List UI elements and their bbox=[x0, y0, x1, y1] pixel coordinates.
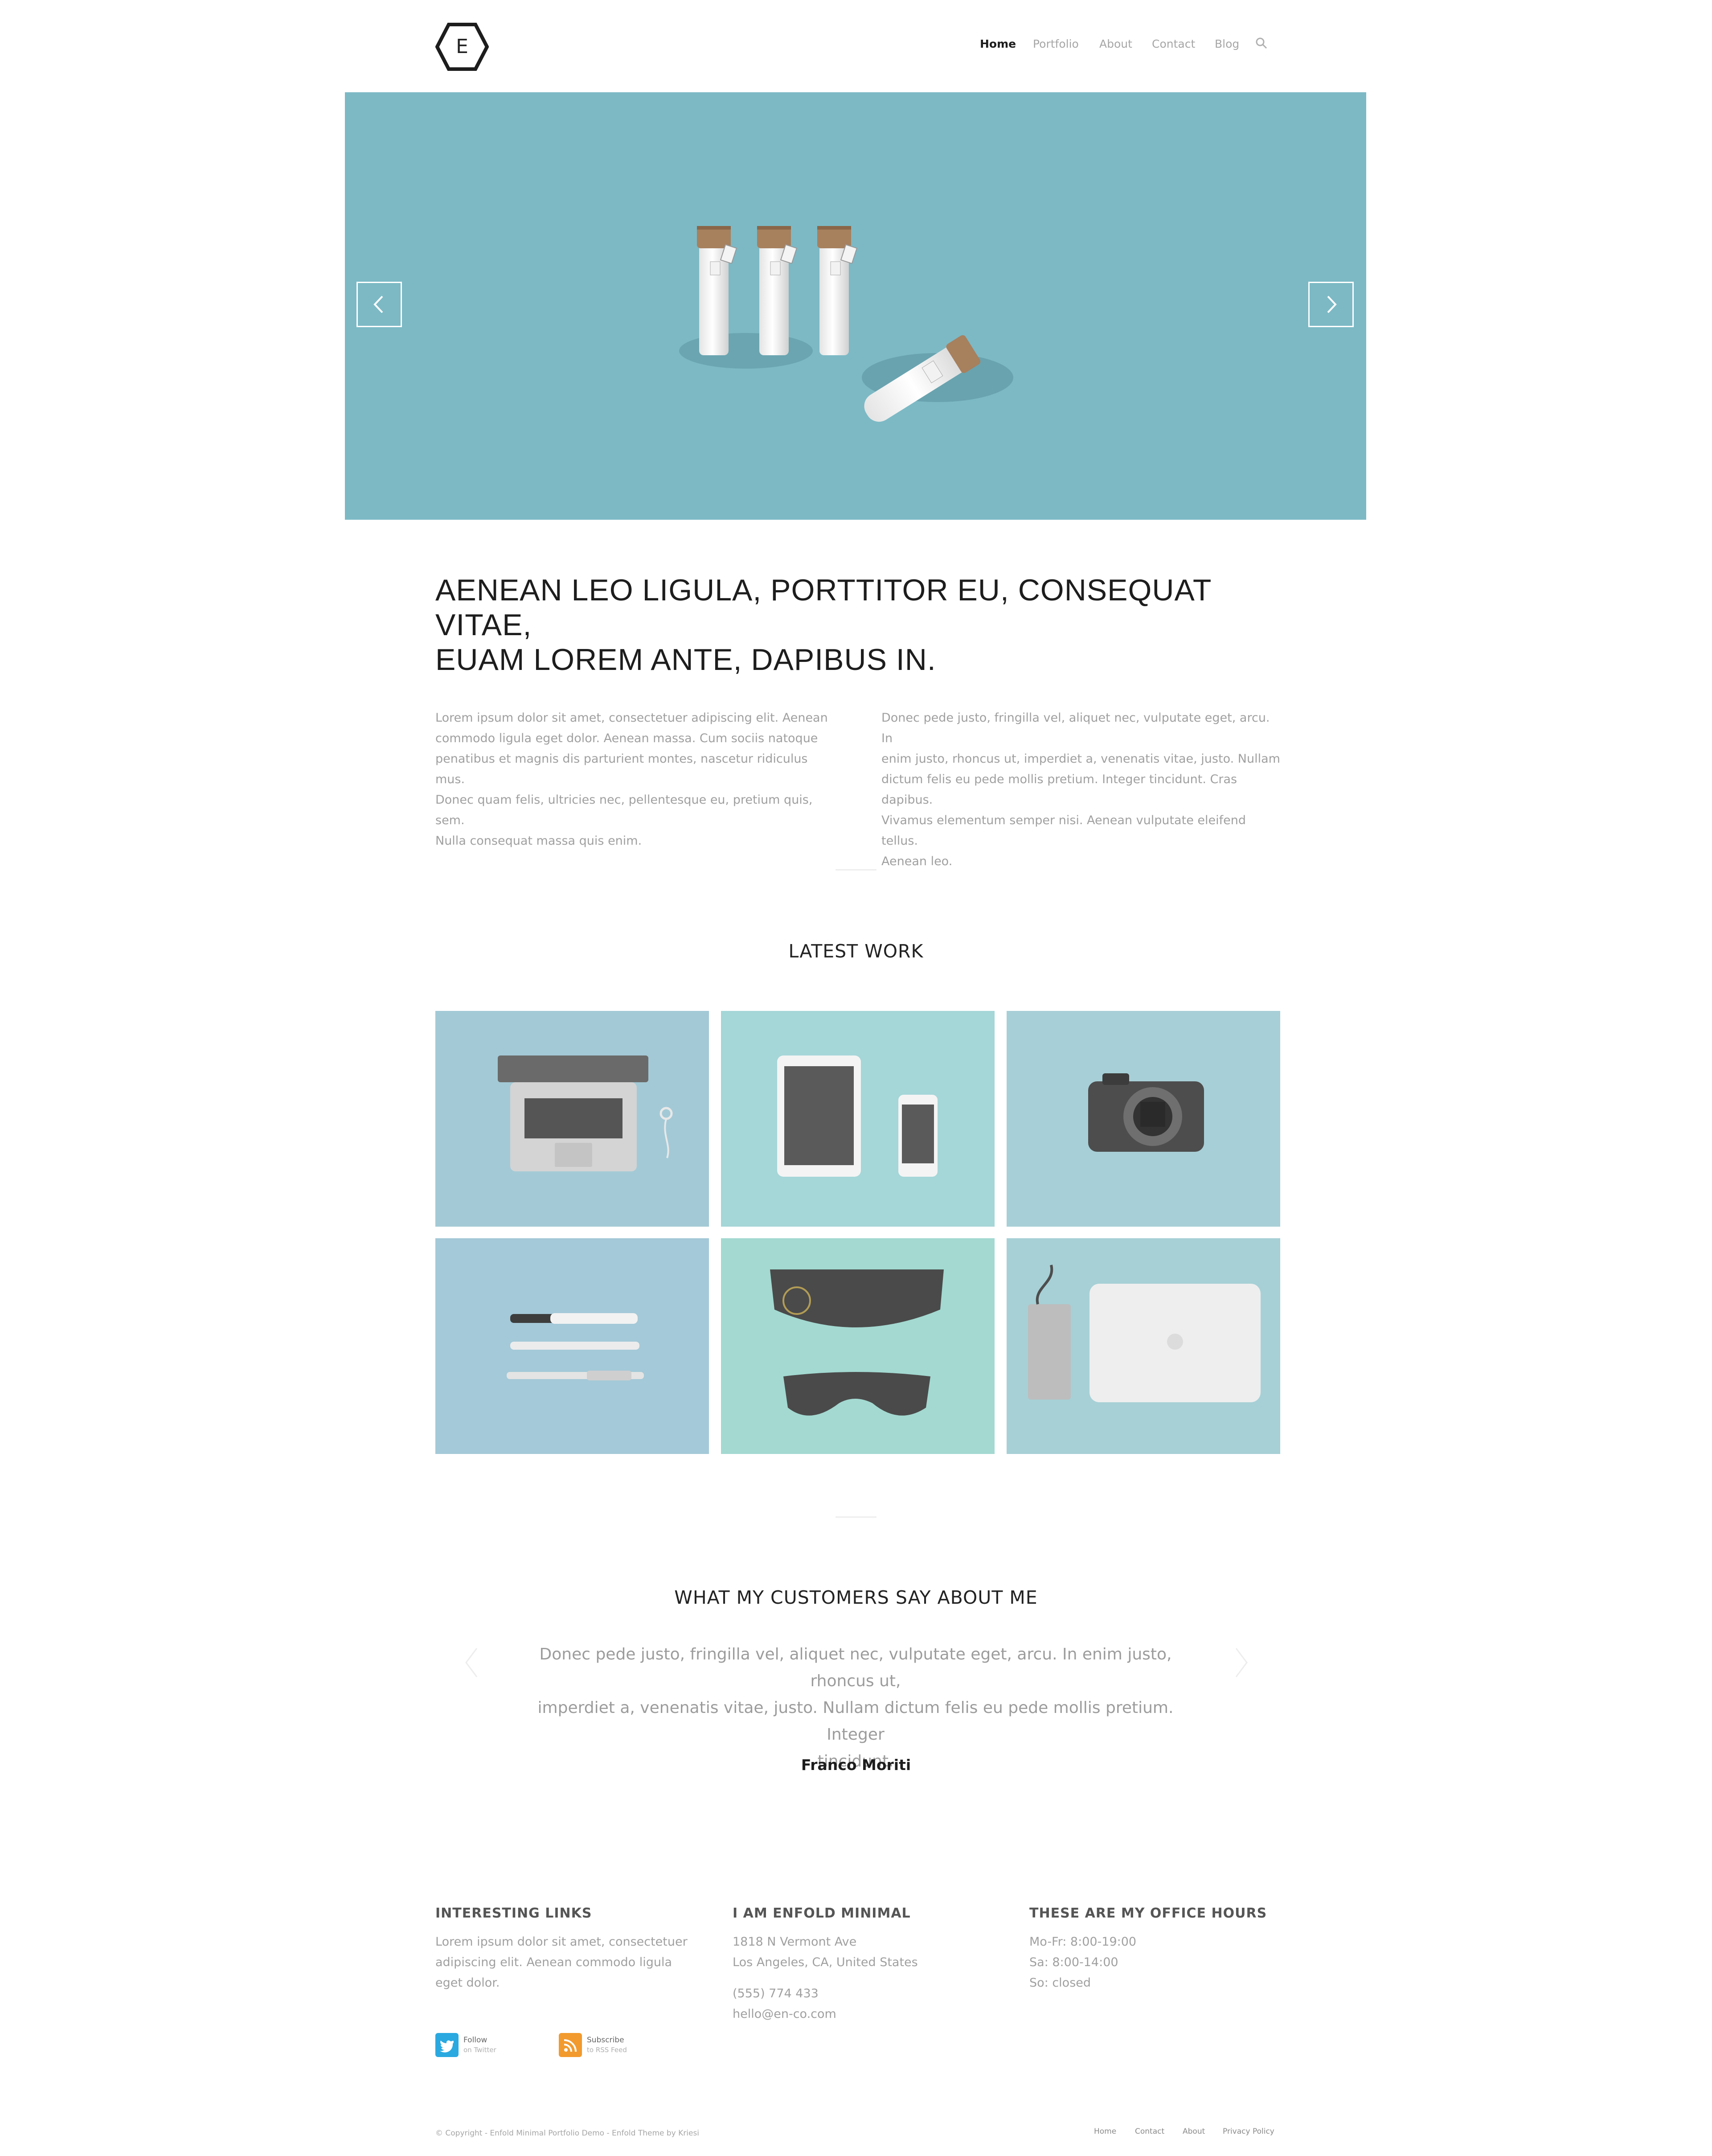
portfolio-item-sunglasses[interactable] bbox=[721, 1238, 995, 1454]
hours-line: So: closed bbox=[1029, 1976, 1091, 1990]
portfolio-item-macbook-drive[interactable] bbox=[1007, 1238, 1280, 1454]
sunglasses-icon bbox=[770, 1269, 944, 1416]
slider-next-button[interactable] bbox=[1308, 282, 1354, 327]
footer-about-title: I AM ENFOLD MINIMAL bbox=[733, 1905, 911, 1921]
intro-text-line: dictum felis eu pede mollis pretium. Int… bbox=[881, 772, 1237, 807]
footer-nav-home[interactable]: Home bbox=[1094, 2127, 1116, 2136]
intro-text-line: Nulla consequat massa quis enim. bbox=[435, 834, 642, 848]
intro-text-line: Vivamus elementum semper nisi. Aenean vu… bbox=[881, 813, 1246, 848]
chevron-right-icon bbox=[1235, 1648, 1248, 1677]
hero-slider bbox=[345, 92, 1366, 520]
footer-links-text: Lorem ipsum dolor sit amet, consectetuer… bbox=[435, 1932, 703, 1993]
testimonial-prev-button[interactable] bbox=[463, 1645, 480, 1680]
address-line: Los Angeles, CA, United States bbox=[733, 1955, 918, 1969]
testimonial-quote: Donec pede justo, fringilla vel, aliquet… bbox=[512, 1641, 1199, 1775]
portfolio-item-laptop[interactable] bbox=[435, 1011, 709, 1227]
logo-letter: E bbox=[456, 35, 468, 58]
nav-home[interactable]: Home bbox=[980, 37, 1016, 50]
footer-text-line: eget dolor. bbox=[435, 1976, 500, 1990]
nav-about[interactable]: About bbox=[1099, 37, 1132, 50]
hours-line: Sa: 8:00-14:00 bbox=[1029, 1955, 1118, 1969]
footer-text-line: adipiscing elit. Aenean commodo ligula bbox=[435, 1955, 672, 1969]
rss-sublabel: to RSS Feed bbox=[587, 2046, 627, 2054]
intro-text-line: Donec quam felis, ultricies nec, pellent… bbox=[435, 793, 813, 827]
quote-line: imperdiet a, venenatis vitae, justo. Nul… bbox=[537, 1699, 1174, 1744]
headline-line-1: AENEAN LEO LIGULA, PORTTITOR EU, CONSEQU… bbox=[435, 573, 1212, 642]
address-line: 1818 N Vermont Ave bbox=[733, 1935, 857, 1949]
intro-column-left: Lorem ipsum dolor sit amet, consectetuer… bbox=[435, 708, 836, 851]
twitter-label: Follow bbox=[463, 2036, 487, 2045]
macbook-hdd-icon bbox=[1028, 1265, 1261, 1402]
email-link[interactable]: hello@en-co.com bbox=[733, 2004, 1000, 2025]
copyright-text: © Copyright - Enfold Minimal Portfolio D… bbox=[435, 2129, 700, 2138]
section-divider bbox=[836, 1516, 876, 1518]
hours-line: Mo-Fr: 8:00-19:00 bbox=[1029, 1935, 1137, 1949]
footer-nav-privacy[interactable]: Privacy Policy bbox=[1223, 2127, 1274, 2136]
testimonial-next-button[interactable] bbox=[1233, 1645, 1250, 1680]
footer-address: 1818 N Vermont Ave Los Angeles, CA, Unit… bbox=[733, 1932, 1000, 1973]
intro-text-line: penatibus et magnis dis parturient monte… bbox=[435, 752, 808, 786]
intro-text-line: Lorem ipsum dolor sit amet, consectetuer… bbox=[435, 711, 828, 725]
footer-hours-title: THESE ARE MY OFFICE HOURS bbox=[1029, 1905, 1267, 1921]
twitter-sublabel: on Twitter bbox=[463, 2046, 496, 2054]
chevron-left-icon bbox=[373, 296, 383, 313]
intro-text-line: commodo ligula eget dolor. Aenean massa.… bbox=[435, 731, 818, 745]
pens-icon bbox=[507, 1313, 644, 1380]
intro-column-right: Donec pede justo, fringilla vel, aliquet… bbox=[881, 708, 1282, 872]
twitter-follow-button[interactable]: Follow on Twitter bbox=[435, 2033, 524, 2058]
footer-nav-contact[interactable]: Contact bbox=[1135, 2127, 1164, 2136]
chevron-right-icon bbox=[1327, 296, 1337, 313]
hero-image bbox=[679, 226, 1013, 422]
footer-hours: Mo-Fr: 8:00-19:00 Sa: 8:00-14:00 So: clo… bbox=[1029, 1932, 1297, 1993]
rss-subscribe-button[interactable]: Subscribe to RSS Feed bbox=[559, 2033, 648, 2058]
chevron-left-icon bbox=[465, 1648, 478, 1677]
portfolio-item-pens[interactable] bbox=[435, 1238, 709, 1454]
search-icon[interactable] bbox=[1255, 37, 1268, 50]
nav-contact[interactable]: Contact bbox=[1152, 37, 1195, 50]
site-logo[interactable]: E bbox=[435, 23, 489, 71]
intro-text-line: Donec pede justo, fringilla vel, aliquet… bbox=[881, 711, 1270, 745]
rss-label: Subscribe bbox=[587, 2036, 624, 2045]
headline-line-2: EUAM LOREM ANTE, DAPIBUS IN. bbox=[435, 643, 936, 677]
intro-text-line: Aenean leo. bbox=[881, 854, 953, 868]
footer-nav-about[interactable]: About bbox=[1183, 2127, 1205, 2136]
nav-blog[interactable]: Blog bbox=[1215, 37, 1239, 50]
portfolio-item-tablet-phone[interactable] bbox=[721, 1011, 995, 1227]
testimonials-title: WHAT MY CUSTOMERS SAY ABOUT ME bbox=[674, 1587, 1038, 1608]
slider-prev-button[interactable] bbox=[356, 282, 402, 327]
tablet-phone-icon bbox=[777, 1055, 938, 1177]
portfolio-item-camera[interactable] bbox=[1007, 1011, 1280, 1227]
latest-work-title: LATEST WORK bbox=[788, 940, 924, 962]
section-divider bbox=[836, 869, 876, 871]
footer-text-line: Lorem ipsum dolor sit amet, consectetuer bbox=[435, 1935, 688, 1949]
quote-line: Donec pede justo, fringilla vel, aliquet… bbox=[539, 1645, 1172, 1690]
twitter-icon bbox=[435, 2033, 459, 2057]
footer-contact: (555) 774 433 hello@en-co.com bbox=[733, 1984, 1000, 2025]
phone-number: (555) 774 433 bbox=[733, 1987, 819, 2000]
rss-icon bbox=[559, 2033, 582, 2057]
footer-links-title: INTERESTING LINKS bbox=[435, 1905, 592, 1921]
camera-icon bbox=[1088, 1073, 1204, 1152]
nav-portfolio[interactable]: Portfolio bbox=[1033, 37, 1079, 50]
intro-text-line: enim justo, rhoncus ut, imperdiet a, ven… bbox=[881, 752, 1280, 766]
laptop-icon bbox=[498, 1055, 673, 1171]
page-headline: AENEAN LEO LIGULA, PORTTITOR EU, CONSEQU… bbox=[435, 573, 1282, 677]
testimonial-author: Franco Moriti bbox=[801, 1756, 911, 1774]
